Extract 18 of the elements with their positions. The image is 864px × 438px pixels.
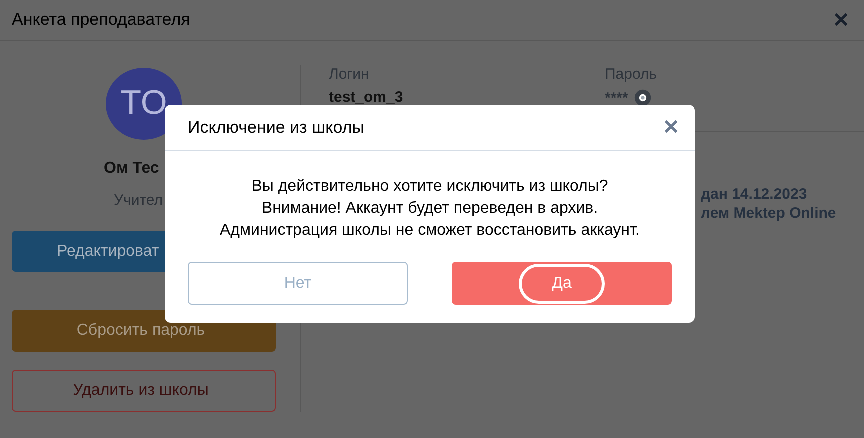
dialog-message: Вы действительно хотите исключить из школы? xyxy=(252,177,608,197)
field-value: **** xyxy=(605,90,628,106)
dialog-message: Внимание! Аккаунт будет переведен в архив. xyxy=(262,199,598,219)
close-button[interactable]: ✕ xyxy=(833,8,850,32)
teacher-role: Учител xyxy=(114,192,164,209)
field-label: Логин xyxy=(329,65,370,83)
field-label: Пароль xyxy=(605,65,658,83)
window-title: Анкета преподавателя xyxy=(12,10,190,30)
remove-button[interactable]: Удалить из школы xyxy=(12,370,276,412)
info-text: лем Mektep Online xyxy=(701,205,838,222)
field-value: test_om_3 xyxy=(329,89,404,106)
teacher-name: Ом Тес xyxy=(104,160,160,178)
dialog-title: Исключение из школы xyxy=(188,118,365,138)
cancel-button[interactable]: Нет xyxy=(188,262,408,305)
eye-icon[interactable] xyxy=(634,89,652,107)
confirm-button[interactable]: Да xyxy=(452,262,672,305)
close-button[interactable]: ✕ xyxy=(663,115,680,140)
info-text: дан 14.12.2023 xyxy=(701,186,808,203)
